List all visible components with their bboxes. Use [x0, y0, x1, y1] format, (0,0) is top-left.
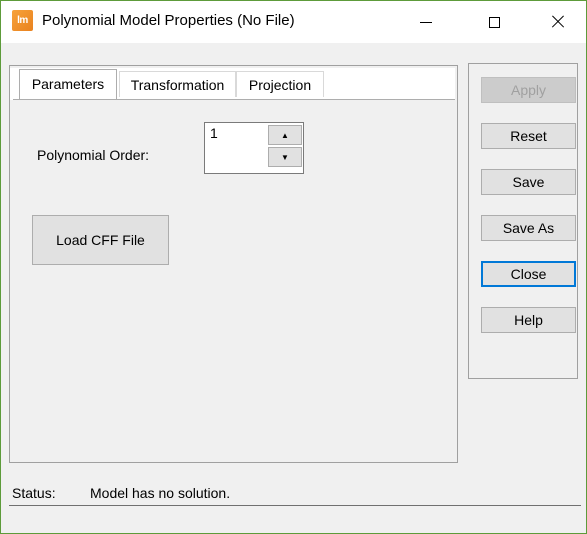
- down-arrow-icon: ▼: [281, 152, 289, 162]
- dialog-window: lm Polynomial Model Properties (No File)…: [0, 0, 587, 534]
- polynomial-order-label: Polynomial Order:: [37, 147, 150, 163]
- reset-button[interactable]: Reset: [481, 123, 576, 149]
- app-icon: lm: [12, 10, 33, 31]
- apply-button[interactable]: Apply: [481, 77, 576, 103]
- maximize-icon: [488, 16, 500, 28]
- maximize-button[interactable]: [471, 1, 517, 43]
- tab-projection[interactable]: Projection: [236, 71, 324, 97]
- up-arrow-icon: ▲: [281, 130, 289, 140]
- close-window-button[interactable]: [535, 1, 581, 43]
- save-as-button[interactable]: Save As: [481, 215, 576, 241]
- status-label: Status:: [12, 485, 56, 501]
- save-button[interactable]: Save: [481, 169, 576, 195]
- status-text: Model has no solution.: [90, 485, 231, 501]
- window-title: Polynomial Model Properties (No File): [42, 12, 295, 29]
- polynomial-order-value: 1: [210, 125, 218, 141]
- close-button[interactable]: Close: [481, 261, 576, 287]
- tab-transformation[interactable]: Transformation: [119, 71, 236, 97]
- tab-parameters[interactable]: Parameters: [19, 69, 117, 99]
- help-button[interactable]: Help: [481, 307, 576, 333]
- minimize-button[interactable]: [403, 1, 449, 43]
- minimize-icon: [420, 21, 432, 23]
- order-decrement-button[interactable]: ▼: [268, 147, 302, 167]
- title-bar[interactable]: lm Polynomial Model Properties (No File): [1, 1, 586, 43]
- load-cff-file-button[interactable]: Load CFF File: [32, 215, 169, 265]
- bottom-strip: [9, 506, 581, 533]
- close-icon: [551, 15, 565, 29]
- order-increment-button[interactable]: ▲: [268, 125, 302, 145]
